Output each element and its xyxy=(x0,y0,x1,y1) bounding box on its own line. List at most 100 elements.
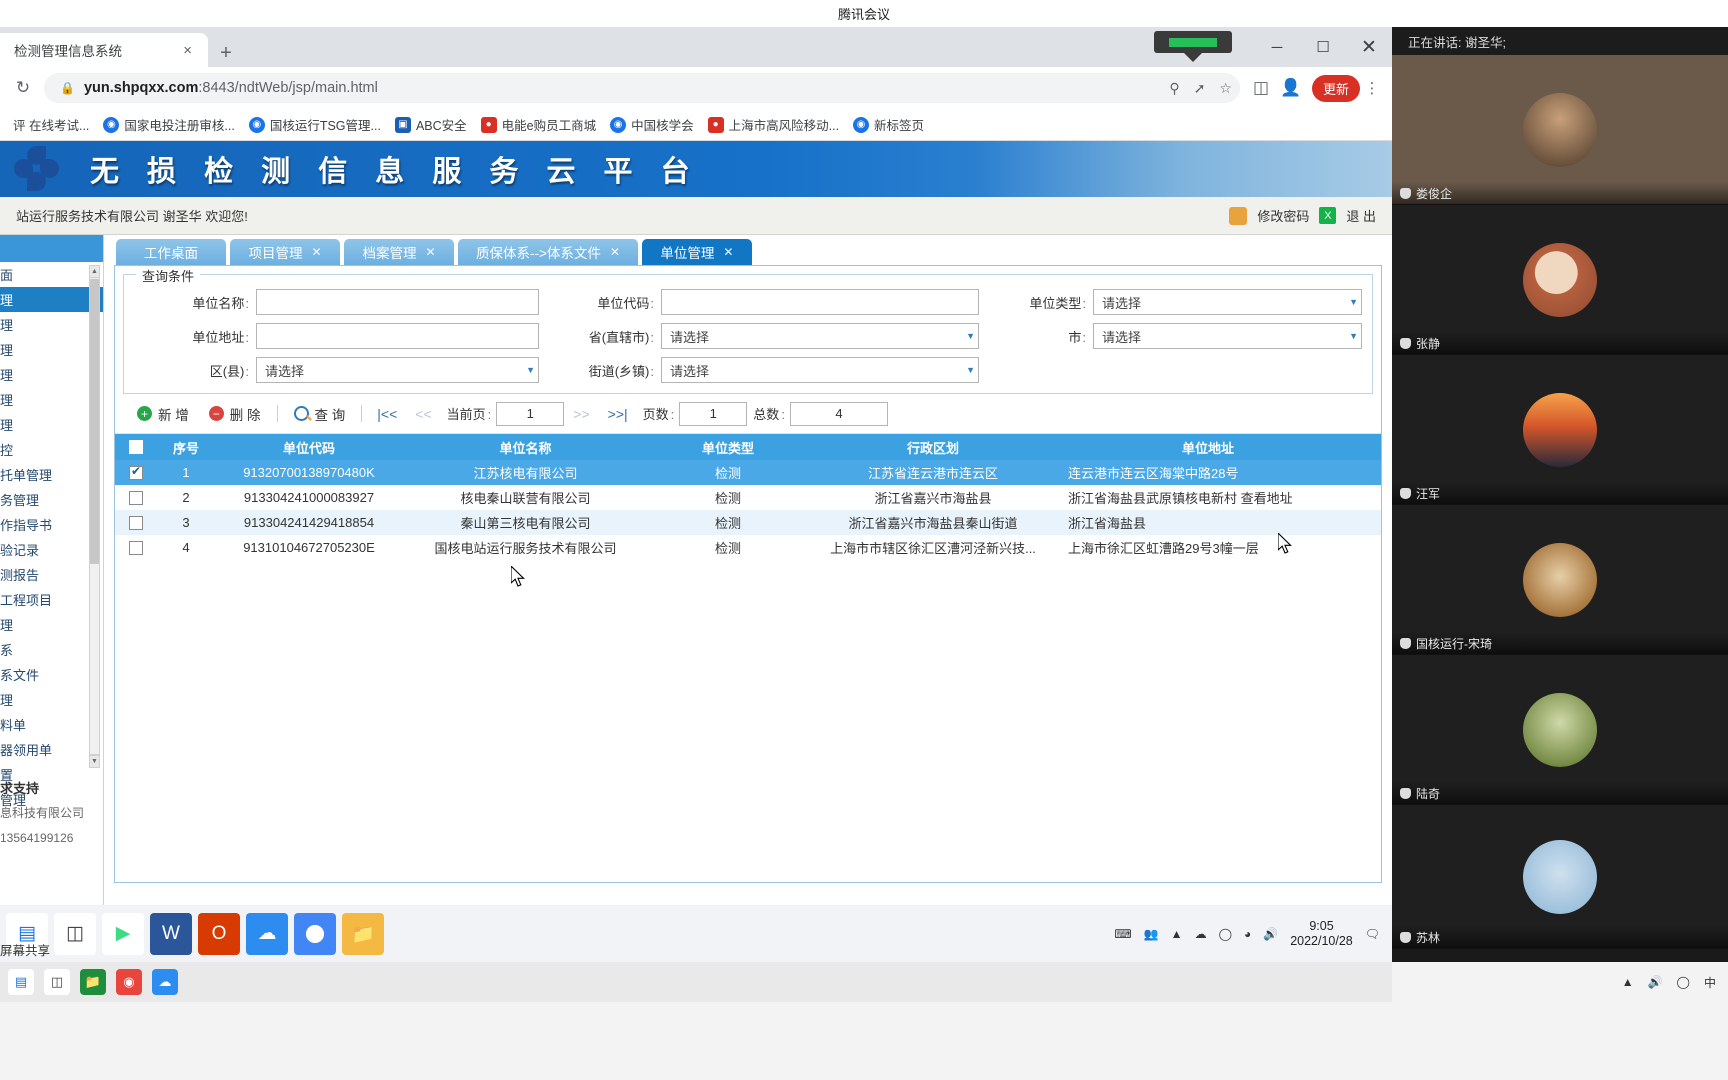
reload-icon[interactable]: ↻ xyxy=(8,73,38,103)
bookmark-item[interactable]: ◉ 新标签页 xyxy=(846,112,931,137)
unit-code-input[interactable] xyxy=(661,289,979,315)
participant-tile[interactable]: 娄俊企 xyxy=(1392,55,1728,205)
sidebar-item-0[interactable]: 面 xyxy=(0,262,103,287)
sidebar-item-9[interactable]: 务管理 xyxy=(0,487,103,512)
chrome-menu-icon[interactable]: ⋮ xyxy=(1360,73,1384,103)
unit-name-input[interactable] xyxy=(256,289,539,315)
unit-address-input[interactable] xyxy=(256,323,539,349)
share-icon[interactable]: ➚ xyxy=(1194,80,1206,97)
sidebar-item-3[interactable]: 理 xyxy=(0,337,103,362)
tab-close-icon[interactable]: ✕ xyxy=(723,245,733,259)
tab-quality-system-documents[interactable]: 质保体系-->体系文件 ✕ xyxy=(458,239,638,265)
bookmark-item[interactable]: ● 电能e购员工商城 xyxy=(474,112,603,137)
profile-avatar-icon[interactable]: 👤 xyxy=(1276,73,1306,103)
tab-close-icon[interactable]: ✕ xyxy=(311,245,321,259)
bookmark-star-icon[interactable]: ☆ xyxy=(1219,80,1232,97)
update-button[interactable]: 更新 xyxy=(1311,74,1360,102)
window-close-icon[interactable]: ✕ xyxy=(1346,27,1392,67)
row-checkbox[interactable] xyxy=(129,490,143,505)
taskbar-clock[interactable]: 9:05 2022/10/28 xyxy=(1290,919,1353,949)
maximize-icon[interactable]: ☐ xyxy=(1300,27,1346,67)
participant-tile[interactable]: 陆奇 xyxy=(1392,655,1728,805)
table-row[interactable]: 1 91320700138970480K 江苏核电有限公司 检测 江苏省连云港市… xyxy=(115,460,1381,485)
row-checkbox-cell[interactable] xyxy=(115,465,157,480)
network-icon[interactable]: ◯ xyxy=(1219,927,1232,941)
network-icon-2[interactable]: ◯ xyxy=(1677,975,1690,989)
first-page-button[interactable]: |<< xyxy=(368,406,406,422)
sidebar-item-1[interactable]: 理 xyxy=(0,287,103,312)
sidebar-item-18[interactable]: 料单 xyxy=(0,712,103,737)
word-icon[interactable]: W xyxy=(150,912,192,955)
bookmark-item[interactable]: ▣ ABC安全 xyxy=(388,112,474,137)
row-checkbox[interactable] xyxy=(129,465,143,480)
sidebar-item-12[interactable]: 测报告 xyxy=(0,562,103,587)
add-button[interactable]: + 新 增 xyxy=(127,404,199,424)
table-row[interactable]: 2 913304241000083927 核电秦山联营有限公司 检测 浙江省嘉兴… xyxy=(115,485,1381,510)
tab-unit-management[interactable]: 单位管理 ✕ xyxy=(641,239,752,265)
close-icon[interactable]: × xyxy=(177,42,198,59)
prev-page-button[interactable]: << xyxy=(406,406,440,422)
column-header-region[interactable]: 行政区划 xyxy=(808,438,1058,457)
outlook-icon[interactable]: O xyxy=(198,912,240,955)
tab-close-icon[interactable]: ✕ xyxy=(425,245,435,259)
sidebar-item-15[interactable]: 系 xyxy=(0,637,103,662)
total-input[interactable]: 4 xyxy=(789,401,888,426)
new-tab-button[interactable]: + xyxy=(212,39,240,67)
media-player-icon[interactable]: ▶ xyxy=(102,912,144,955)
sidebar-scrollbar-thumb[interactable] xyxy=(90,279,99,564)
tray-expand-icon[interactable]: ▲ xyxy=(1171,927,1183,941)
column-header-index[interactable]: 序号 xyxy=(157,438,215,457)
volume-icon-2[interactable]: 🔊 xyxy=(1648,975,1663,989)
sidebar-item-8[interactable]: 托单管理 xyxy=(0,462,103,487)
sidebar-item-2[interactable]: 理 xyxy=(0,312,103,337)
bookmark-item[interactable]: ◉ 中国核学会 xyxy=(603,112,701,137)
side-panel-icon[interactable]: ◫ xyxy=(1246,73,1276,103)
notification-icon[interactable]: 🗨 xyxy=(1365,927,1380,941)
bookmark-item[interactable]: ◉ 国家电投注册审核... xyxy=(96,112,241,137)
bookmark-item[interactable]: ◉ 国核运行TSG管理... xyxy=(242,112,388,137)
province-select[interactable]: 请选择 ▼ xyxy=(661,323,979,349)
volume-icon[interactable]: 🔊 xyxy=(1263,927,1278,941)
logout-link[interactable]: 退 出 xyxy=(1346,206,1376,225)
row-checkbox-cell[interactable] xyxy=(115,490,157,505)
explorer-icon-2[interactable]: 📁 xyxy=(80,969,106,995)
tab-work-desktop[interactable]: 工作桌面 xyxy=(116,239,226,265)
delete-button[interactable]: − 删 除 xyxy=(199,404,271,424)
city-select[interactable]: 请选择 ▼ xyxy=(1093,323,1362,349)
change-password-link[interactable]: 修改密码 xyxy=(1257,206,1309,225)
tab-project-management[interactable]: 项目管理 ✕ xyxy=(230,239,340,265)
last-page-button[interactable]: >>| xyxy=(599,406,637,422)
row-checkbox[interactable] xyxy=(129,515,143,530)
task-view-icon[interactable]: ◫ xyxy=(54,912,96,955)
sidebar-item-5[interactable]: 理 xyxy=(0,387,103,412)
participant-tile[interactable]: 苏林 xyxy=(1392,805,1728,949)
chrome-icon[interactable]: C xyxy=(294,912,336,955)
sidebar-item-7[interactable]: 控 xyxy=(0,437,103,462)
participant-tile[interactable]: 汪军 xyxy=(1392,355,1728,505)
meeting-icon-2[interactable]: ☁ xyxy=(152,969,178,995)
address-bar[interactable]: 🔒 yun.shpqxx.com:8443/ndtWeb/jsp/main.ht… xyxy=(44,73,1240,103)
column-header-code[interactable]: 单位代码 xyxy=(215,438,403,457)
minimize-icon[interactable]: ─ xyxy=(1254,27,1300,67)
sidebar-item-16[interactable]: 系文件 xyxy=(0,662,103,687)
tab-close-icon[interactable]: ✕ xyxy=(610,245,620,259)
bookmark-item[interactable]: 评 在线考试... xyxy=(6,112,96,137)
password-key-icon[interactable]: ⚲ xyxy=(1169,80,1179,97)
select-all-checkbox[interactable] xyxy=(129,440,143,454)
tray-expand-icon-2[interactable]: ▲ xyxy=(1622,975,1634,989)
row-checkbox-cell[interactable] xyxy=(115,515,157,530)
next-page-button[interactable]: >> xyxy=(564,406,598,422)
sidebar-item-10[interactable]: 作指导书 xyxy=(0,512,103,537)
row-checkbox-cell[interactable] xyxy=(115,540,157,555)
column-header-type[interactable]: 单位类型 xyxy=(648,438,808,457)
select-all-cell[interactable] xyxy=(115,440,157,454)
scroll-up-icon[interactable]: ▲ xyxy=(89,265,100,278)
page-count-input[interactable]: 1 xyxy=(679,401,748,426)
people-icon[interactable]: 👥 xyxy=(1144,927,1159,941)
scroll-down-icon[interactable]: ▼ xyxy=(89,755,100,768)
wifi-icon[interactable]: ◕ xyxy=(1244,927,1251,941)
qq-icon[interactable]: X xyxy=(1319,207,1337,224)
sidebar-item-13[interactable]: 工程项目 xyxy=(0,587,103,612)
bookmark-item[interactable]: ● 上海市高风险移动... xyxy=(701,112,846,137)
unit-type-select[interactable]: 请选择 ▼ xyxy=(1093,289,1362,315)
